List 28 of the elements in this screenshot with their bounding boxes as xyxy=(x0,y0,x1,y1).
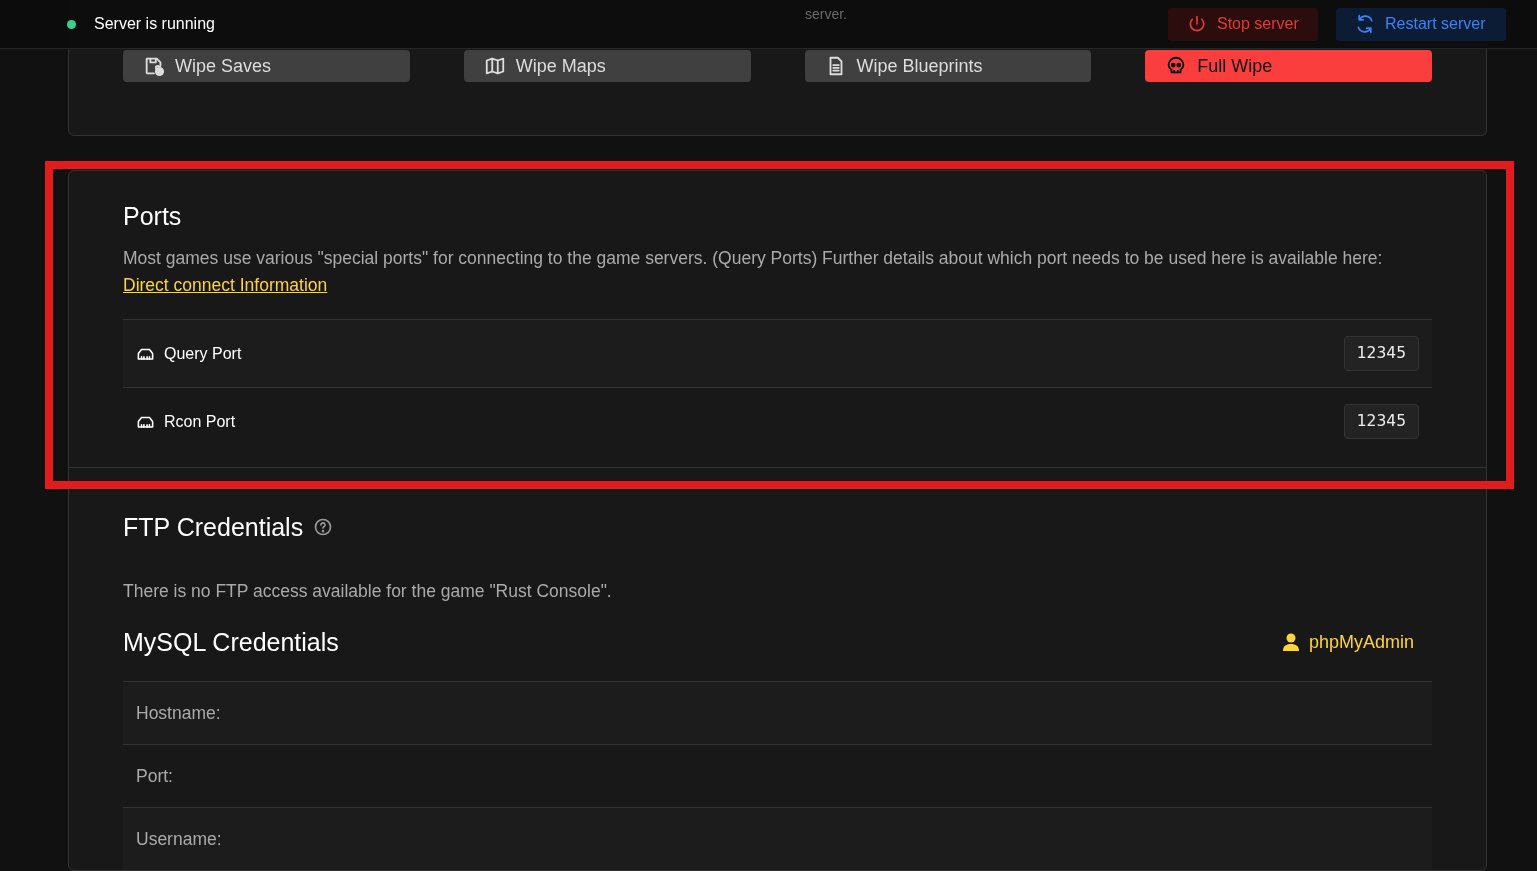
port-value: 12345 xyxy=(1343,335,1419,372)
phpmyadmin-link[interactable]: phpMyAdmin xyxy=(1282,628,1414,656)
port-label: Rcon Port xyxy=(164,411,236,432)
section-title: MySQL Credentials xyxy=(123,627,339,657)
description-text: server. xyxy=(805,6,847,22)
section-title: FTP Credentials xyxy=(123,512,304,542)
floppy-disk-icon xyxy=(143,55,165,77)
port-label: Query Port xyxy=(164,343,242,364)
map-icon xyxy=(483,55,506,77)
wipe-button[interactable]: Wipe Maps xyxy=(463,50,751,82)
status-text: Server is running xyxy=(94,14,215,34)
power-icon xyxy=(1187,14,1207,34)
stop-server-button[interactable]: Stop server xyxy=(1168,7,1318,41)
info-link[interactable]: Direct connect Information xyxy=(123,275,328,295)
field-label: Hostname: xyxy=(136,701,221,725)
restart-server-button[interactable]: Restart server xyxy=(1336,7,1506,41)
field-label: Username: xyxy=(136,827,222,851)
wipe-button[interactable]: Wipe Saves xyxy=(123,50,410,82)
info-text: There is no FTP access available for the game "Rust Console". xyxy=(123,580,613,603)
user-icon xyxy=(1282,633,1299,651)
help-icon xyxy=(313,517,334,537)
refresh-icon xyxy=(1355,14,1375,34)
section-title: Ports xyxy=(123,201,183,231)
wipe-button[interactable]: Full Wipe xyxy=(1145,50,1432,82)
field-label: Port: xyxy=(136,764,173,788)
wipe-button[interactable]: Wipe Blueprints xyxy=(804,50,1092,82)
description-text: Most games use various "special ports" for connecting to the game servers. (Query Ports) Further details about which port needs to be used here is available here: xyxy=(123,248,1383,268)
port-value: 12345 xyxy=(1343,403,1419,440)
